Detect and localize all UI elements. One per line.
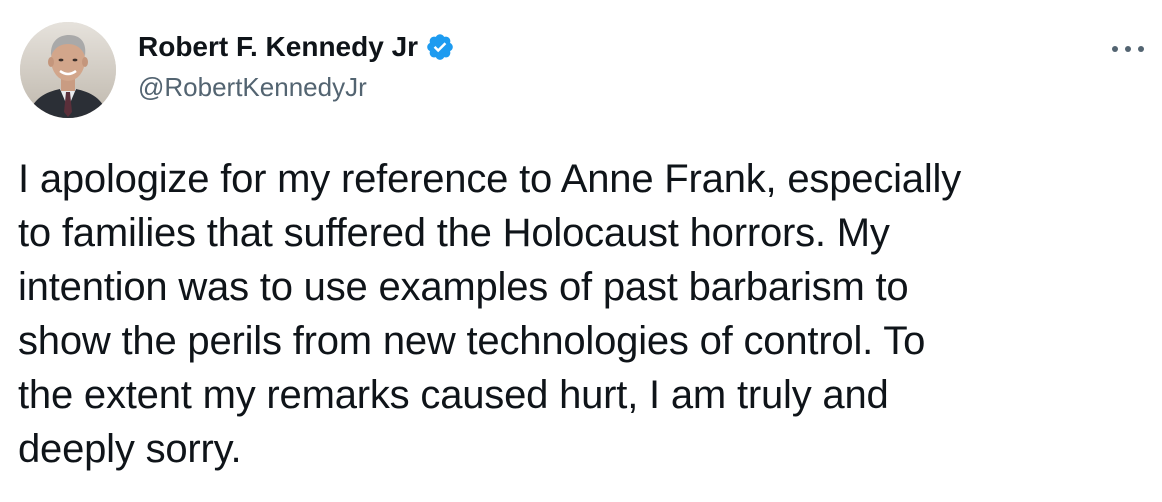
tweet-text-line: deeply sorry. [18,427,242,471]
tweet-text-line: show the perils from new technologies of… [18,319,926,363]
author-name-row[interactable]: Robert F. Kennedy Jr [138,30,455,64]
tweet-text-line: intention was to use examples of past ba… [18,265,909,309]
tweet-text-line: to families that suffered the Holocaust … [18,211,890,255]
avatar-image [20,22,116,118]
avatar[interactable] [20,22,116,118]
verified-badge-icon [425,32,455,62]
tweet-text: I apologize for my reference to Anne Fra… [18,152,1143,476]
tweet-text-line: the extent my remarks caused hurt, I am … [18,373,889,417]
more-options-button[interactable] [1108,36,1148,62]
author-display-name[interactable]: Robert F. Kennedy Jr [138,30,418,64]
author-handle[interactable]: @RobertKennedyJr [138,71,367,103]
tweet-card: Robert F. Kennedy Jr @RobertKennedyJr I … [0,0,1162,502]
more-options-icon [1112,46,1144,52]
tweet-text-line: I apologize for my reference to Anne Fra… [18,157,962,201]
